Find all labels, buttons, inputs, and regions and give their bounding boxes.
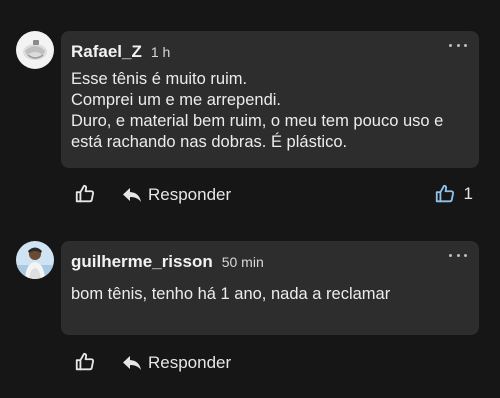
reply-label: Responder <box>148 353 232 372</box>
thumbs-up-icon[interactable] <box>74 351 98 375</box>
timestamp: 50 min <box>221 254 264 270</box>
avatar[interactable] <box>16 241 54 279</box>
timestamp: 1 h <box>150 44 171 60</box>
comment-bubble: guilherme_risson 50 min bom tênis, tenho… <box>61 241 479 335</box>
author-name[interactable]: Rafael_Z <box>71 42 142 62</box>
thumbs-up-icon <box>434 183 456 205</box>
comment-bubble: Rafael_Z 1 h Esse tênis é muito ruim. Co… <box>61 31 479 168</box>
comment-actions: Responder 1 <box>0 183 500 209</box>
comment-text: Esse tênis é muito ruim. Comprei um e me… <box>71 70 444 151</box>
more-horizontal-icon[interactable] <box>449 39 467 51</box>
avatar[interactable] <box>16 31 54 69</box>
thumbs-up-icon[interactable] <box>74 183 98 207</box>
author-name[interactable]: guilherme_risson <box>71 252 213 272</box>
comment-actions: Responder <box>0 351 500 377</box>
reply-button[interactable]: Responder <box>122 353 231 373</box>
more-horizontal-icon[interactable] <box>449 249 467 261</box>
reply-button[interactable]: Responder <box>122 185 231 205</box>
reply-arrow-icon <box>123 188 141 202</box>
comment-text: bom tênis, tenho há 1 ano, nada a reclam… <box>71 285 391 303</box>
like-count-value: 1 <box>463 184 473 203</box>
like-count[interactable]: 1 <box>434 183 473 205</box>
reply-label: Responder <box>148 185 232 204</box>
reply-arrow-icon <box>123 356 141 370</box>
